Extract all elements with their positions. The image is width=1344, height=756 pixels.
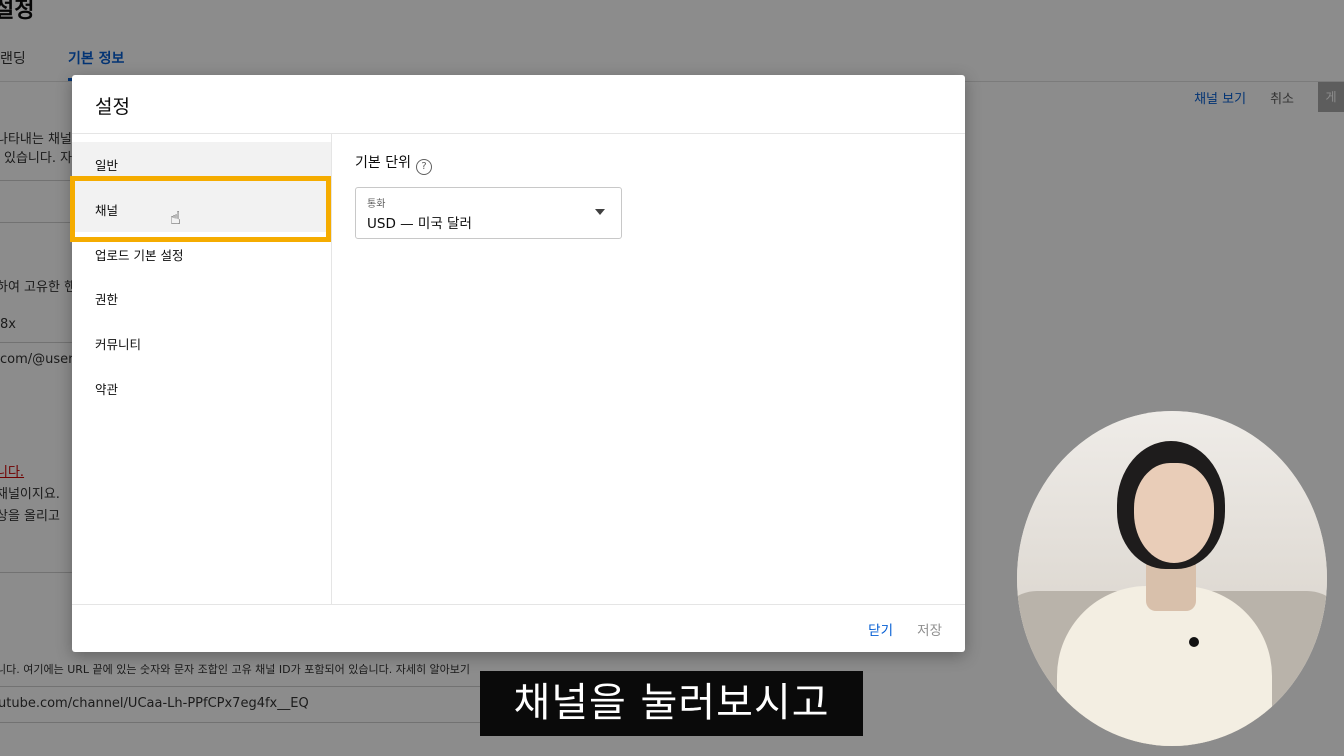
hand-cursor-icon: ☝ [170,208,181,229]
microphone-icon [1189,637,1199,647]
save-button[interactable]: 저장 [917,619,942,639]
sidebar-item-community[interactable]: 커뮤니티 [72,321,331,366]
currency-value: USD — 미국 달러 [367,216,472,232]
dialog-footer: 닫기 저장 [72,604,965,652]
sidebar-item-label: 일반 [95,158,119,173]
sidebar-item-label: 커뮤니티 [95,337,142,353]
default-unit-label: 기본 단위 [355,155,411,171]
webcam-overlay [1017,411,1327,746]
settings-content: 기본 단위? 통화 USD — 미국 달러 [355,134,955,604]
currency-dropdown[interactable]: 통화 USD — 미국 달러 [355,187,622,239]
sidebar-item-label: 업로드 기본 설정 [95,247,184,263]
close-button[interactable]: 닫기 [868,619,893,639]
settings-dialog: 설정 일반 채널 업로드 기본 설정 권한 커뮤니티 약관 기본 단위? 통화 … [72,75,965,652]
sidebar-item-label: 약관 [95,381,119,397]
settings-sidebar: 일반 채널 업로드 기본 설정 권한 커뮤니티 약관 [72,134,332,604]
section-label: 기본 단위? [355,152,432,175]
sidebar-item-upload-defaults[interactable]: 업로드 기본 설정 [72,232,331,277]
sidebar-item-channel[interactable]: 채널 [72,186,331,232]
dropdown-arrow-icon [595,209,605,215]
dialog-body: 일반 채널 업로드 기본 설정 권한 커뮤니티 약관 기본 단위? 통화 USD… [72,134,965,604]
sidebar-item-label: 권한 [95,292,119,308]
webcam-person-face [1134,463,1214,563]
sidebar-item-permissions[interactable]: 권한 [72,276,331,321]
dialog-header: 설정 [72,75,965,134]
currency-field-label: 통화 [367,199,386,210]
help-icon[interactable]: ? [415,159,432,175]
sidebar-item-general[interactable]: 일반 [72,142,331,187]
video-subtitle: 채널을 눌러보시고 [480,671,863,736]
sidebar-item-agreements[interactable]: 약관 [72,366,331,411]
sidebar-item-label: 채널 [95,202,119,218]
dialog-title: 설정 [95,96,130,118]
